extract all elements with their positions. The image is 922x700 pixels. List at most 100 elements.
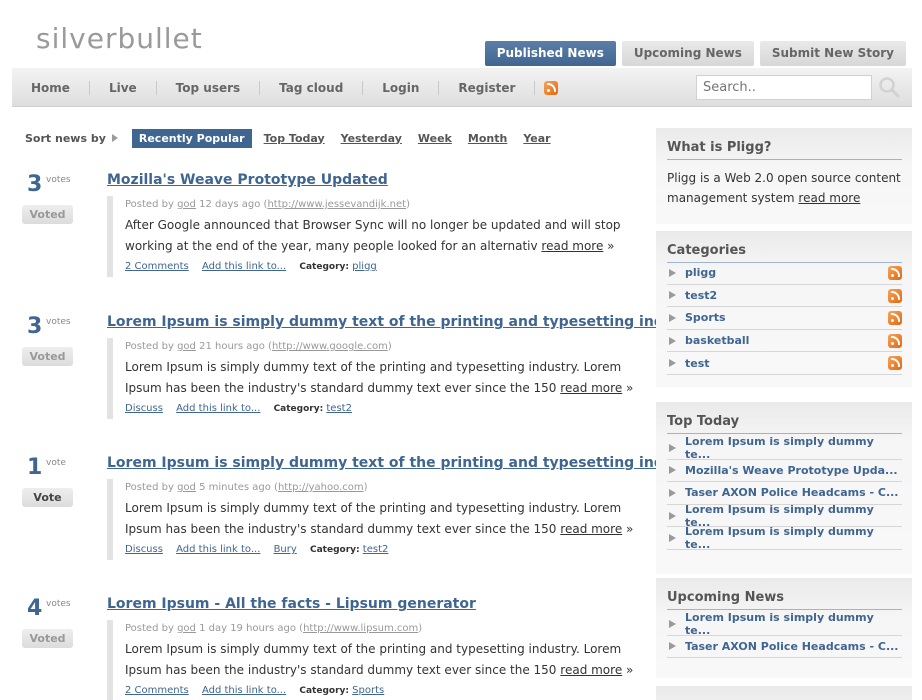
- story-body: Posted by god 1 day 19 hours ago (http:/…: [107, 620, 637, 700]
- story-excerpt: Lorem Ipsum is simply dummy text of the …: [125, 642, 634, 677]
- nav-login[interactable]: Login: [363, 80, 440, 95]
- search-input[interactable]: [696, 75, 872, 100]
- story-title[interactable]: Lorem Ipsum is simply dummy text of the …: [107, 314, 709, 330]
- arrow-right-icon: [669, 268, 676, 277]
- source-url[interactable]: http://www.jessevandijk.net: [267, 199, 406, 210]
- nav-live[interactable]: Live: [90, 80, 157, 95]
- site-logo[interactable]: silverbullet: [36, 22, 203, 55]
- vote-button[interactable]: Vote: [22, 488, 73, 507]
- story-age: 1 day 19 hours ago: [199, 623, 296, 634]
- read-more-link[interactable]: read more: [541, 239, 603, 253]
- comments-link[interactable]: 2 Comments: [125, 261, 189, 272]
- tab-published-news[interactable]: Published News: [484, 41, 616, 66]
- discuss-link[interactable]: Discuss: [125, 403, 163, 414]
- sort-month[interactable]: Month: [468, 132, 507, 145]
- nav-tag-cloud[interactable]: Tag cloud: [260, 80, 364, 95]
- story-body: Posted by god 5 minutes ago (http://yaho…: [107, 479, 637, 560]
- top-today-box: Top Today Lorem Ipsum is simply dummy te…: [656, 402, 912, 574]
- rss-feed-icon[interactable]: [888, 333, 902, 348]
- top-today-item-label: Lorem Ipsum is simply dummy te...: [685, 525, 874, 552]
- top-today-item[interactable]: Lorem Ipsum is simply dummy te...: [667, 503, 902, 529]
- arrow-right-icon: [669, 488, 676, 497]
- add-link-to-link[interactable]: Add this link to...: [202, 261, 286, 272]
- category-link[interactable]: pligg: [352, 261, 377, 272]
- source-url[interactable]: http://yahoo.com: [278, 482, 364, 493]
- upcoming-news-item[interactable]: Lorem Ipsum is simply dummy te...: [667, 611, 902, 637]
- upcoming-news-list: Lorem Ipsum is simply dummy te... Taser …: [667, 611, 902, 659]
- top-today-item[interactable]: Lorem Ipsum is simply dummy te...: [667, 435, 902, 461]
- about-description: Pligg is a Web 2.0 open source content m…: [667, 171, 901, 205]
- excerpt-text: Lorem Ipsum is simply dummy text of the …: [125, 501, 622, 536]
- voted-button[interactable]: Voted: [22, 629, 73, 648]
- category-link[interactable]: Sports: [352, 685, 384, 696]
- top-today-item[interactable]: Mozilla's Weave Prototype Upda...: [667, 460, 902, 483]
- tab-upcoming-news[interactable]: Upcoming News: [621, 41, 754, 66]
- category-item-sports[interactable]: Sports: [667, 307, 902, 330]
- rss-feed-icon[interactable]: [888, 266, 902, 280]
- tab-submit-new-story[interactable]: Submit New Story: [759, 41, 906, 66]
- add-link-to-link[interactable]: Add this link to...: [176, 403, 260, 414]
- vote-count: 3: [27, 172, 43, 197]
- category-item-pligg[interactable]: pligg: [667, 262, 902, 285]
- arrow-right-icon: [669, 359, 676, 368]
- story-title[interactable]: Lorem Ipsum is simply dummy text of the …: [107, 455, 709, 471]
- category-item-test[interactable]: test: [667, 352, 902, 375]
- voted-button[interactable]: Voted: [22, 347, 73, 366]
- arrow-right-icon: [669, 336, 676, 345]
- search-icon[interactable]: [878, 76, 900, 98]
- nav-top-users[interactable]: Top users: [157, 80, 261, 95]
- category-label: Category:: [273, 404, 324, 414]
- source-url[interactable]: http://www.lipsum.com: [303, 623, 418, 634]
- arrow-right-icon: [669, 642, 676, 651]
- posted-by-label: Posted by: [125, 341, 174, 352]
- story-age: 12 days ago: [199, 199, 261, 210]
- sort-year[interactable]: Year: [523, 132, 550, 145]
- arrow-right-icon: [669, 443, 676, 452]
- read-more-link[interactable]: read more: [560, 381, 622, 395]
- category-item-basketball[interactable]: basketball: [667, 330, 902, 353]
- source-url[interactable]: http://www.google.com: [272, 341, 388, 352]
- author-link[interactable]: god: [177, 341, 196, 352]
- vote-count: 3: [27, 314, 43, 339]
- upcoming-news-title: Upcoming News: [667, 590, 902, 610]
- top-today-item[interactable]: Lorem Ipsum is simply dummy te...: [667, 525, 902, 552]
- category-item-test2[interactable]: test2: [667, 285, 902, 308]
- top-today-item[interactable]: Taser AXON Police Headcams - C...: [667, 482, 902, 505]
- vote-count: 1: [27, 455, 43, 480]
- author-link[interactable]: god: [177, 623, 196, 634]
- comments-link[interactable]: 2 Comments: [125, 685, 189, 696]
- story-title[interactable]: Mozilla's Weave Prototype Updated: [107, 172, 388, 188]
- read-more-link[interactable]: read more: [560, 663, 622, 677]
- rss-feed-icon[interactable]: [544, 80, 559, 95]
- story-title[interactable]: Lorem Ipsum - All the facts - Lipsum gen…: [107, 596, 476, 612]
- read-more-link[interactable]: read more: [560, 522, 622, 536]
- category-link[interactable]: test2: [363, 544, 389, 555]
- nav-home[interactable]: Home: [12, 80, 90, 95]
- author-link[interactable]: god: [177, 482, 196, 493]
- rss-feed-icon[interactable]: [888, 311, 902, 326]
- story-meta: Posted by god 1 day 19 hours ago (http:/…: [125, 623, 423, 634]
- rss-feed-icon[interactable]: [888, 288, 902, 303]
- upcoming-news-item[interactable]: Taser AXON Police Headcams - C...: [667, 636, 902, 659]
- voted-button[interactable]: Voted: [22, 205, 73, 224]
- sort-week[interactable]: Week: [418, 132, 452, 145]
- vote-label: votes: [46, 175, 71, 185]
- bury-link[interactable]: Bury: [274, 544, 297, 555]
- posted-by-label: Posted by: [125, 482, 174, 493]
- rss-feed-icon[interactable]: [888, 356, 902, 371]
- category-item-label: test2: [685, 288, 718, 302]
- author-link[interactable]: god: [177, 199, 196, 210]
- excerpt-text: Lorem Ipsum is simply dummy text of the …: [125, 642, 622, 677]
- sort-recently-popular[interactable]: Recently Popular: [131, 128, 252, 148]
- add-link-to-link[interactable]: Add this link to...: [202, 685, 286, 696]
- story-age: 5 minutes ago: [199, 482, 271, 493]
- sort-yesterday[interactable]: Yesterday: [341, 132, 402, 145]
- vote-count: 4: [27, 596, 43, 621]
- upcoming-news-item-label: Taser AXON Police Headcams - C...: [685, 639, 899, 653]
- discuss-link[interactable]: Discuss: [125, 544, 163, 555]
- nav-register[interactable]: Register: [439, 80, 536, 95]
- about-read-more-link[interactable]: read more: [798, 191, 860, 205]
- sort-top-today[interactable]: Top Today: [264, 132, 325, 145]
- add-link-to-link[interactable]: Add this link to...: [176, 544, 260, 555]
- category-link[interactable]: test2: [326, 403, 352, 414]
